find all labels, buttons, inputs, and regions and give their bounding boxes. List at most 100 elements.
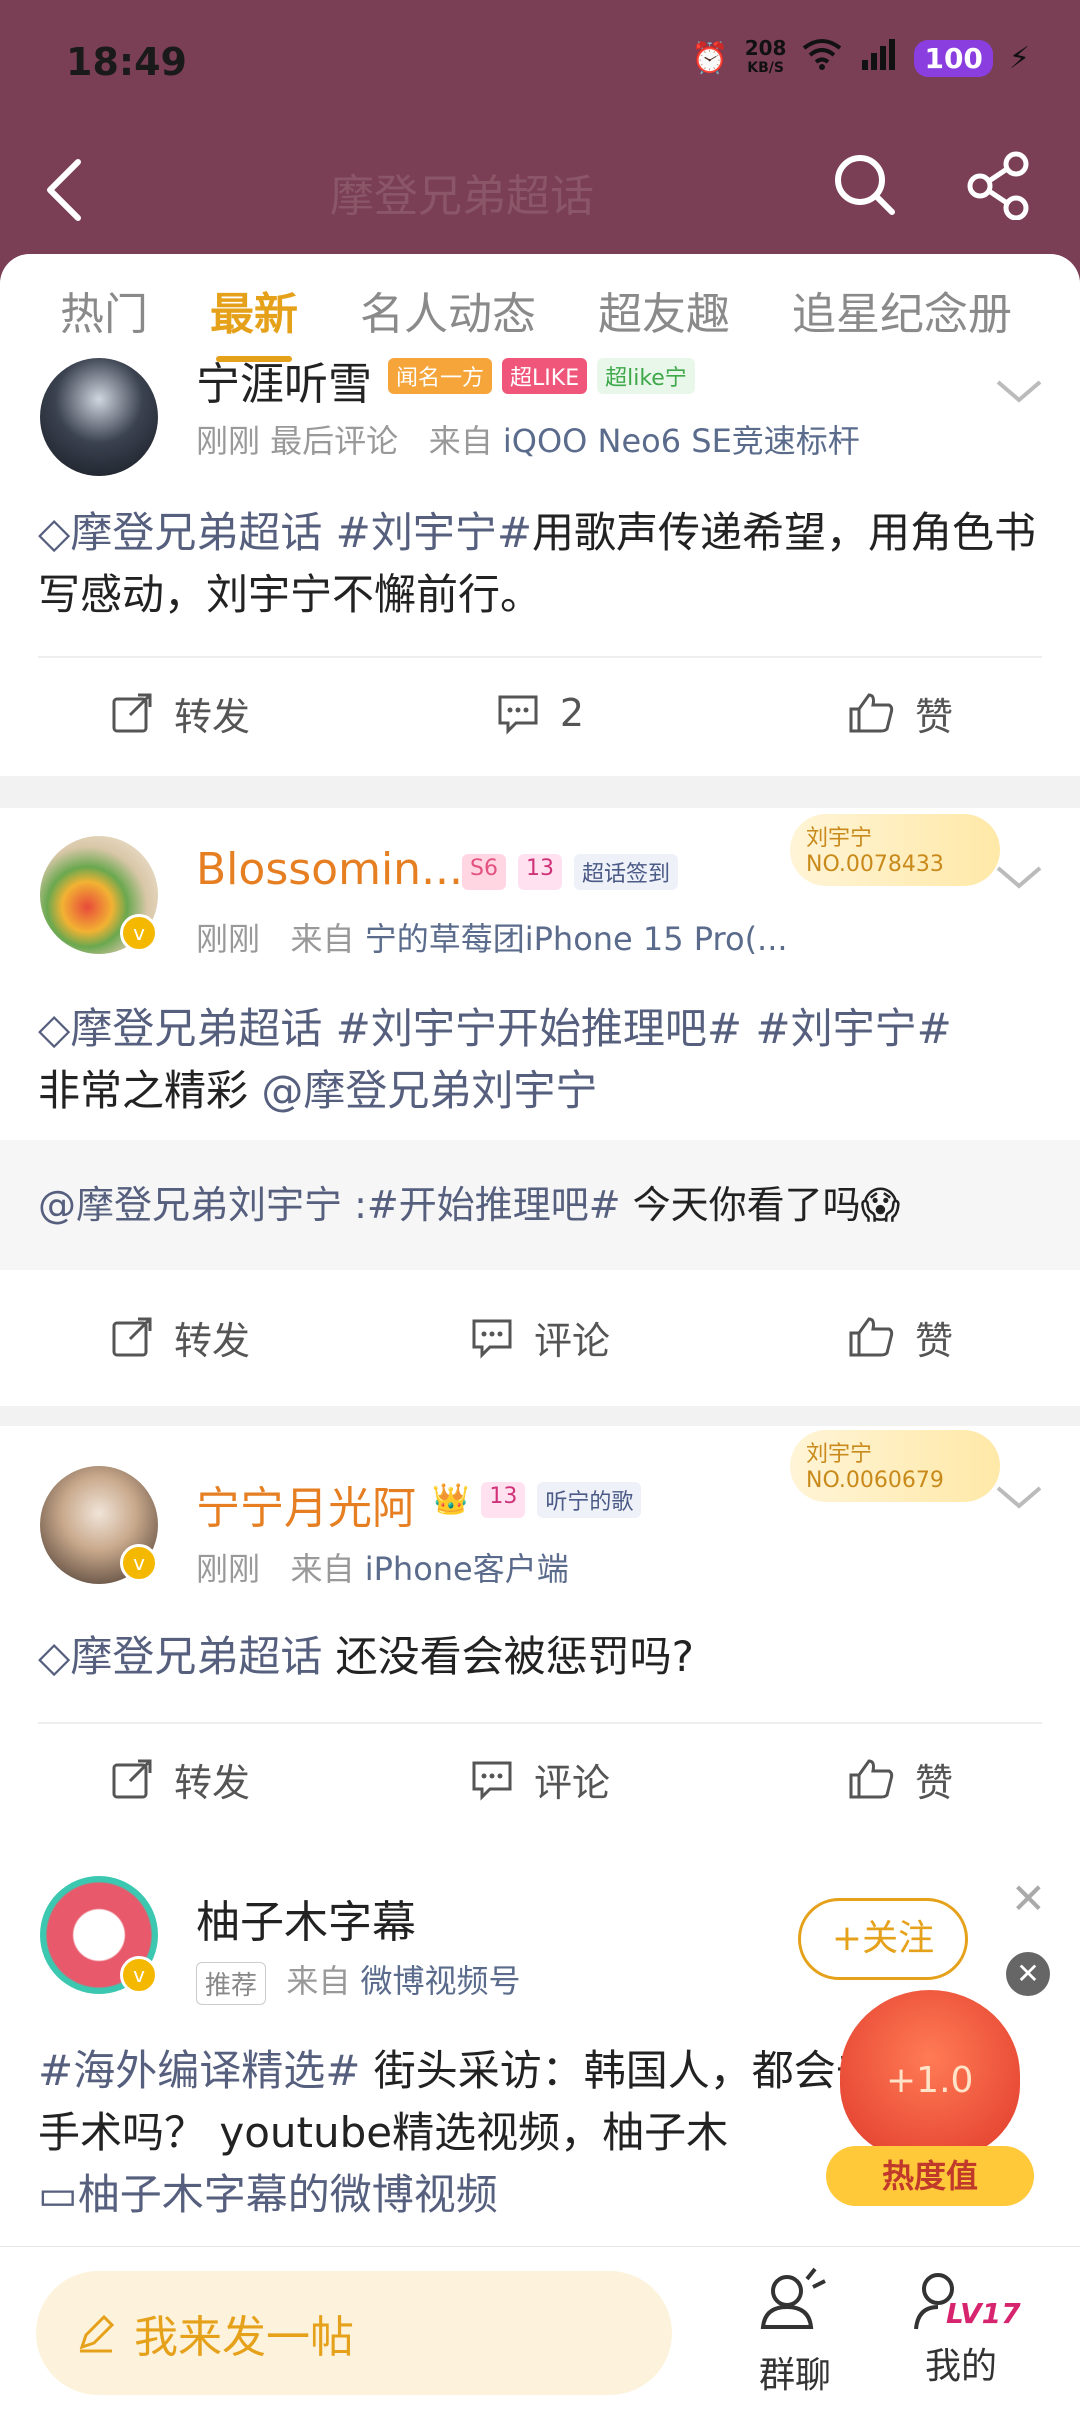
bottom-bar: 我来发一帖 群聊 LV17 我的 (0, 2246, 1080, 2414)
repost-icon (112, 693, 152, 733)
user-badges: 👑 13 听宁的歌 (432, 1482, 642, 1518)
recommended-tag: 推荐 (196, 1961, 267, 2005)
video-link[interactable]: ▭柚子木字幕的微博视频 (38, 2170, 498, 2219)
verified-badge-icon: v (120, 914, 158, 952)
badge-checkin: 超话签到 (573, 854, 678, 890)
chevron-down-icon[interactable] (994, 862, 1044, 892)
repost-button[interactable]: 转发 (0, 658, 360, 768)
thumbs-up-icon (849, 1317, 894, 1357)
close-icon[interactable]: ✕ (1011, 1874, 1046, 1923)
repost-icon (112, 1759, 152, 1799)
badge-level: 闻名一方 (388, 358, 493, 394)
profile-button[interactable]: LV17 我的 (906, 2267, 1021, 2389)
tab-fun[interactable]: 超友趣 (598, 278, 730, 342)
hot-value: +1.0 (886, 2060, 974, 2101)
post-meta: 推荐 来自 微博视频号 (196, 1956, 521, 2005)
comment-button[interactable]: 2 (360, 658, 720, 768)
badge-fan-group: 听宁的歌 (537, 1482, 642, 1518)
post-text: ◇摩登兄弟超话 #刘宇宁#用歌声传递希望，用角色书写感动，刘宇宁不懈前行。 (38, 508, 1037, 619)
thumbs-up-icon (849, 1759, 894, 1799)
username[interactable]: 宁宁月光阿 (196, 1472, 416, 1536)
tab-celebrity[interactable]: 名人动态 (360, 278, 536, 342)
tab-bar: 热门 最新 名人动态 超友趣 追星纪念册 (0, 254, 1080, 366)
post-source[interactable]: iQOO Neo6 SE竞速标杆 (503, 422, 860, 460)
battery-indicator: 100 (914, 39, 993, 77)
post-card: v Blossomin... S6 13 超话签到 刘宇宁 NO.0078433… (0, 808, 1080, 1406)
topic-link[interactable]: ◇摩登兄弟超话 #刘宇宁# (38, 508, 532, 557)
comment-button[interactable]: 评论 (360, 1724, 720, 1834)
badge-diamond: 13 (481, 1482, 526, 1518)
search-icon[interactable] (830, 150, 900, 220)
group-chat-button[interactable]: 群聊 (740, 2267, 850, 2398)
user-badges: S6 13 超话签到 (462, 854, 678, 890)
verified-badge-icon: v (120, 1544, 158, 1582)
like-button[interactable]: 赞 (720, 1282, 1080, 1392)
tab-album[interactable]: 追星纪念册 (792, 278, 1012, 342)
post-card: 宁涯听雪 闻名一方 超LIKE 超like宁 刚刚 最后评论 来自 iQOO N… (0, 358, 1080, 776)
repost-button[interactable]: 转发 (0, 1282, 360, 1392)
chevron-down-icon[interactable] (994, 376, 1044, 406)
top-header: 18:49 ⏰ 208 KB/S 100 ⚡ 摩登兄弟超话 (0, 0, 1080, 270)
crown-icon: 👑 (432, 1482, 470, 1517)
badge-superlike: 超LIKE (502, 358, 588, 394)
avatar[interactable] (40, 358, 158, 476)
chevron-down-icon[interactable] (994, 1482, 1044, 1512)
post-actions: 转发 2 赞 (0, 658, 1080, 768)
net-speed: 208 KB/S (744, 36, 787, 76)
post-text: ◇摩登兄弟超话 #刘宇宁开始推理吧# #刘宇宁# 非常之精彩 @摩登兄弟刘宇宁 (38, 1004, 952, 1115)
post-actions: 转发 评论 赞 (0, 1282, 1080, 1392)
mention-link[interactable]: @摩登兄弟刘宇宁 (261, 1066, 597, 1115)
compose-post-button[interactable]: 我来发一帖 (36, 2271, 672, 2395)
like-button[interactable]: 赞 (720, 658, 1080, 768)
post-source[interactable]: 微博视频号 (361, 1962, 521, 2000)
repost-icon (112, 1317, 152, 1357)
comment-icon (472, 1761, 512, 1801)
topic-link[interactable]: ◇摩登兄弟超话 (38, 1632, 322, 1681)
hot-value-label: 热度值 (826, 2146, 1034, 2206)
tab-latest[interactable]: 最新 (210, 278, 298, 362)
repost-button[interactable]: 转发 (0, 1724, 360, 1834)
comment-icon (498, 695, 538, 735)
post-meta: 刚刚 最后评论 来自 iQOO Neo6 SE竞速标杆 (196, 422, 860, 460)
post-card: v 宁宁月光阿 👑 13 听宁的歌 刘宇宁 NO.0060679 刚刚 来自 i… (0, 1426, 1080, 1850)
wifi-icon (802, 38, 842, 78)
tab-hot[interactable]: 热门 (60, 278, 148, 342)
fans-badge: 刘宇宁 NO.0078433 (790, 814, 1000, 886)
post-source[interactable]: iPhone客户端 (365, 1550, 569, 1588)
username[interactable]: 宁涯听雪 (196, 348, 372, 412)
user-badges: 闻名一方 超LIKE 超like宁 (388, 358, 695, 394)
pencil-icon (79, 2314, 115, 2353)
back-button[interactable] (36, 150, 96, 230)
status-icons: ⏰ 208 KB/S 100 ⚡ (691, 38, 1030, 78)
fans-badge: 刘宇宁 NO.0060679 (790, 1430, 1000, 1502)
badge-diamond: 13 (517, 854, 562, 890)
group-chat-icon (760, 2267, 826, 2329)
alarm-icon: ⏰ (691, 40, 729, 76)
topic-link[interactable]: #海外编译精选# (38, 2046, 360, 2095)
post-actions: 转发 评论 赞 (0, 1724, 1080, 1834)
comment-button[interactable]: 评论 (360, 1282, 720, 1392)
verified-badge-icon: v (120, 1956, 158, 1994)
post-source[interactable]: 宁的草莓团iPhone 15 Pro(... (365, 920, 788, 958)
topic-link[interactable]: ◇摩登兄弟超话 #刘宇宁开始推理吧# #刘宇宁# (38, 1004, 952, 1053)
signal-icon (858, 38, 898, 78)
page-title: 摩登兄弟超话 (330, 171, 594, 222)
level-badge: LV17 (946, 2297, 1021, 2330)
share-icon[interactable] (964, 150, 1034, 221)
charging-icon: ⚡ (1008, 40, 1030, 76)
thumbs-up-icon (849, 693, 894, 733)
profile-icon: LV17 (906, 2267, 1021, 2337)
like-button[interactable]: 赞 (720, 1724, 1080, 1834)
post-meta: 刚刚 来自 iPhone客户端 (196, 1550, 569, 1588)
quoted-post[interactable]: @摩登兄弟刘宇宁 :#开始推理吧# 今天你看了吗😱 (0, 1140, 1080, 1270)
status-time: 18:49 (66, 40, 187, 84)
badge-s6: S6 (462, 854, 506, 890)
username[interactable]: Blossomin... (196, 844, 463, 895)
post-meta: 刚刚 来自 宁的草莓团iPhone 15 Pro(... (196, 920, 788, 958)
post-text: ◇摩登兄弟超话 还没看会被惩罚吗? (38, 1632, 694, 1681)
hot-value-widget[interactable]: +1.0 热度值 (820, 1950, 1040, 2220)
username[interactable]: 柚子木字幕 (196, 1886, 416, 1950)
comment-icon (472, 1319, 512, 1359)
badge-superlike-ning: 超like宁 (597, 358, 695, 394)
video-icon: ▭ (38, 2170, 78, 2219)
